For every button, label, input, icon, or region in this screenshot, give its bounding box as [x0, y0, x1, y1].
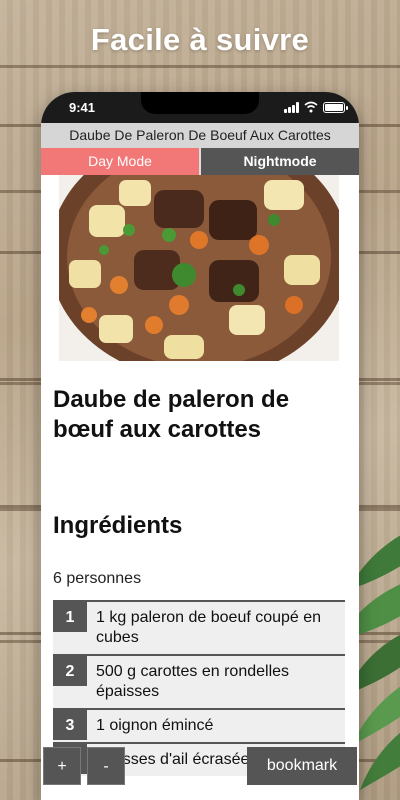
- ingredient-row: 2 500 g carottes en rondelles épaisses: [53, 654, 345, 708]
- night-mode-button[interactable]: Nightmode: [199, 148, 359, 175]
- status-icons: [284, 101, 348, 113]
- zoom-in-button[interactable]: +: [43, 747, 81, 785]
- ingredient-number: 3: [53, 710, 87, 740]
- status-time: 9:41: [69, 100, 96, 115]
- ingredient-text: 1 oignon émincé: [96, 717, 214, 734]
- ingredient-number: 2: [53, 656, 87, 686]
- promo-title: Facile à suivre: [90, 22, 310, 57]
- recipe-title: Daube de paleron de bœuf aux carottes: [53, 386, 290, 443]
- ingredient-row: 1 1 kg paleron de boeuf coupé en cubes: [53, 600, 345, 654]
- ingredient-row: 3 1 oignon émincé: [53, 708, 345, 742]
- cellular-signal-icon: [284, 102, 299, 113]
- phone-notch: [141, 92, 259, 114]
- app-title-bar: Daube De Paleron De Boeuf Aux Carottes: [41, 123, 359, 148]
- bottom-controls: + - bookmark: [41, 747, 359, 800]
- mode-switcher: Day Mode Nightmode: [41, 148, 359, 175]
- phone-screen: 9:41 Daube De Paleron De Boeuf Aux Carot…: [41, 92, 359, 800]
- status-bar: 9:41: [41, 92, 359, 123]
- phone-frame: 9:41 Daube De Paleron De Boeuf Aux Carot…: [41, 92, 359, 800]
- recipe-content[interactable]: Daube de paleron de bœuf aux carottes In…: [41, 175, 359, 800]
- ingredient-number: 1: [53, 602, 87, 632]
- wifi-icon: [304, 101, 318, 113]
- servings-text: 6 personnes: [53, 570, 142, 587]
- ingredient-text: 500 g carottes en rondelles épaisses: [96, 663, 290, 700]
- wood-seam: [0, 65, 400, 68]
- battery-icon: [323, 102, 348, 113]
- ingredient-text: 1 kg paleron de boeuf coupé en cubes: [96, 609, 322, 646]
- bookmark-button[interactable]: bookmark: [247, 747, 357, 785]
- zoom-out-button[interactable]: -: [87, 747, 125, 785]
- ingredients-heading: Ingrédients: [53, 512, 183, 539]
- day-mode-button[interactable]: Day Mode: [41, 148, 199, 175]
- recipe-photo: [59, 175, 339, 361]
